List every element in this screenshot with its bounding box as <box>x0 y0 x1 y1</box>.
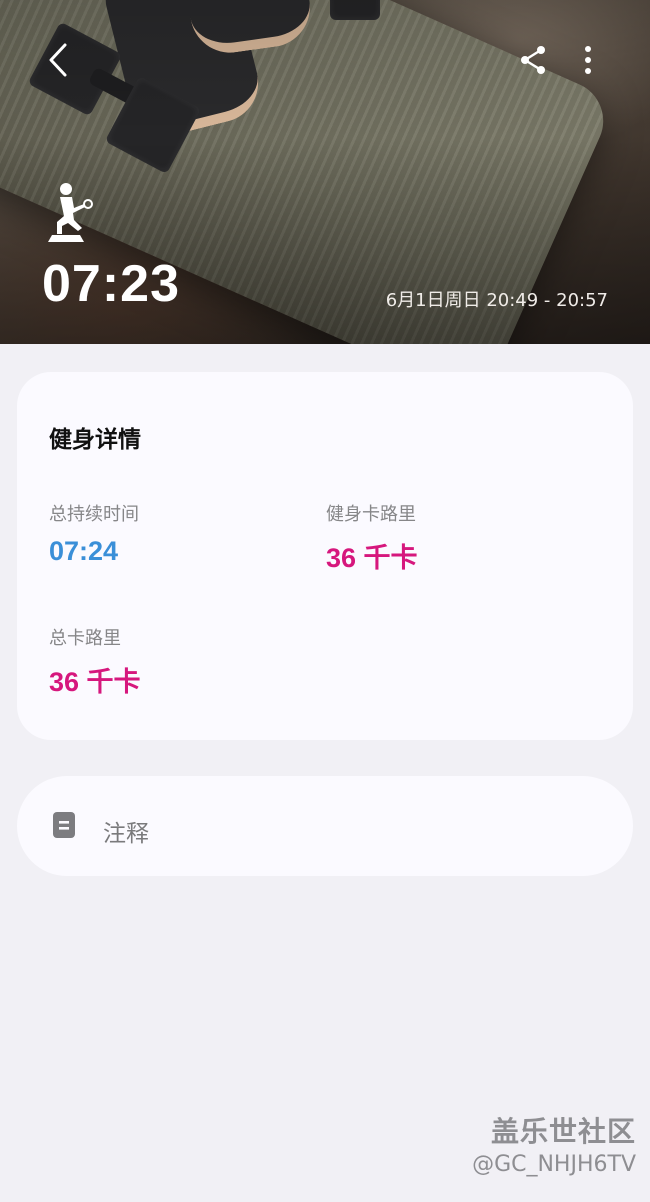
workout-details-card: 健身详情 总持续时间 07:24 健身卡路里 36 千卡 总卡路里 36 千卡 <box>17 372 633 740</box>
workout-datetime: 6月1日周日 20:49 - 20:57 <box>385 290 608 311</box>
metric-value: 36 千卡 <box>49 667 141 697</box>
watermark-handle: @GC_NHJH6TV <box>472 1152 636 1177</box>
watermark-title: 盖乐世社区 <box>490 1115 636 1148</box>
workout-duration: 07:23 <box>42 255 180 313</box>
metric-value: 36 千卡 <box>326 543 418 573</box>
more-vertical-icon <box>585 46 591 74</box>
notes-button[interactable]: 注释 <box>17 776 633 876</box>
metric-label: 总卡路里 <box>49 628 121 649</box>
notes-label: 注释 <box>103 821 149 847</box>
share-button[interactable] <box>511 38 555 82</box>
note-icon <box>53 812 75 838</box>
back-button[interactable] <box>36 38 80 82</box>
metric-total-duration: 总持续时间 07:24 <box>49 500 139 567</box>
workout-header-image: 07:23 6月1日周日 20:49 - 20:57 <box>0 0 650 344</box>
chevron-left-icon <box>49 43 67 77</box>
workout-detail-screen: 07:23 6月1日周日 20:49 - 20:57 健身详情 总持续时间 07… <box>0 0 650 1202</box>
workout-figure-icon <box>48 183 93 242</box>
metric-workout-calories: 健身卡路里 36 千卡 <box>326 500 418 575</box>
card-title: 健身详情 <box>49 427 141 453</box>
metric-label: 健身卡路里 <box>326 504 416 525</box>
more-options-button[interactable] <box>566 38 610 82</box>
metric-value: 07:24 <box>49 536 119 566</box>
share-icon <box>521 46 545 74</box>
metric-total-calories: 总卡路里 36 千卡 <box>49 624 141 699</box>
metric-label: 总持续时间 <box>49 504 139 525</box>
